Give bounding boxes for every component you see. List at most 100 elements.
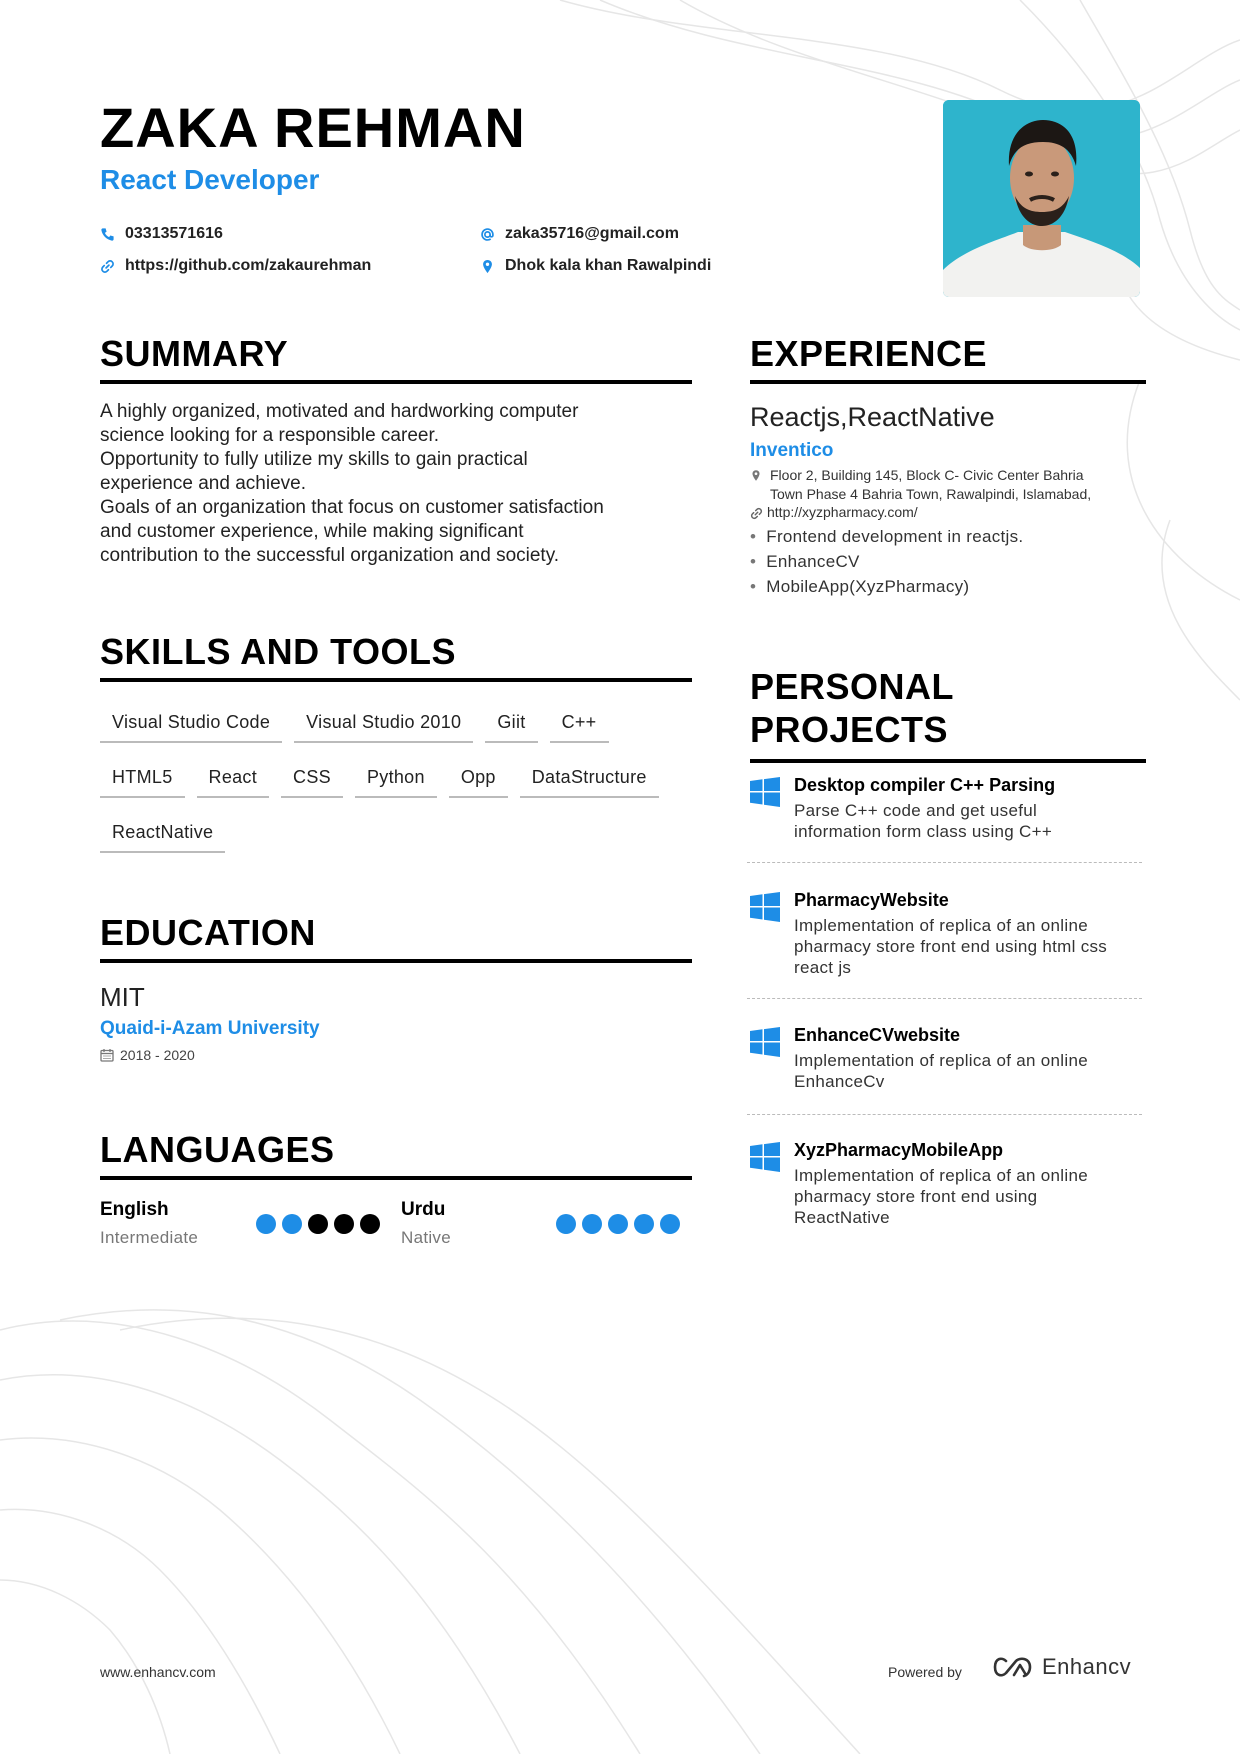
summary-line: Opportunity to fully utilize my skills t… (100, 449, 528, 470)
education-school: Quaid-i-Azam University (100, 1018, 320, 1039)
summary-line: A highly organized, motivated and hardwo… (100, 401, 579, 422)
experience-url-text: http://xyzpharmacy.com/ (767, 504, 918, 520)
skill-tag: C++ (549, 706, 609, 743)
language-name: Urdu (401, 1199, 446, 1220)
summary-text: A highly organized, motivated and hardwo… (100, 400, 680, 568)
footer-powered-by: Powered by (888, 1664, 962, 1680)
language-level: Intermediate (100, 1228, 199, 1247)
experience-bullets: Frontend development in reactjs. Enhance… (750, 524, 1023, 599)
projects-heading-line2: PROJECTS (750, 709, 949, 750)
skill-tag: Visual Studio 2010 (294, 706, 474, 743)
project-title: EnhanceCVwebsite (794, 1025, 961, 1045)
project-title: Desktop compiler C++ Parsing (794, 775, 1056, 795)
at-icon (481, 227, 494, 241)
project-desc-line: ReactNative (794, 1208, 890, 1227)
language-level: Native (401, 1228, 451, 1247)
project-description: Implementation of replica of an online E… (794, 1050, 1088, 1092)
link-icon (750, 507, 763, 520)
address-line: Floor 2, Building 145, Block C- Civic Ce… (770, 467, 1084, 483)
rating-dot-empty (334, 1214, 354, 1234)
education-dates: 2018 - 2020 (100, 1047, 195, 1063)
language-rating (256, 1214, 380, 1234)
project-desc-line: pharmacy store front end using html css (794, 937, 1108, 956)
project-item: EnhanceCVwebsite Implementation of repli… (750, 1021, 1142, 1092)
enhancv-logo[interactable]: Enhancv (992, 1654, 1131, 1680)
project-divider (747, 862, 1142, 863)
experience-bullet: MobileApp(XyzPharmacy) (750, 574, 1023, 599)
rating-dot-empty (360, 1214, 380, 1234)
project-description: Implementation of replica of an online p… (794, 915, 1107, 978)
skill-tag: CSS (281, 761, 343, 798)
experience-address: Floor 2, Building 145, Block C- Civic Ce… (750, 466, 1091, 504)
contact-location: Dhok kala khan Rawalpindi (480, 255, 711, 277)
experience-bullet: EnhanceCV (750, 549, 1023, 574)
education-degree: MIT (100, 982, 145, 1012)
experience-url[interactable]: http://xyzpharmacy.com/ (750, 504, 918, 520)
project-item: Desktop compiler C++ Parsing Parse C++ c… (750, 771, 1142, 842)
skills-heading: SKILLS AND TOOLS (100, 634, 692, 682)
skill-tag: DataStructure (519, 761, 659, 798)
project-desc-line: Parse C++ code and get useful (794, 801, 1038, 820)
summary-line: science looking for a responsible career… (100, 425, 440, 446)
enhancv-brand-text: Enhancv (1042, 1654, 1132, 1679)
experience-company: Inventico (750, 440, 834, 461)
windows-icon (750, 1027, 780, 1057)
windows-icon (750, 777, 780, 807)
skill-tag: React (196, 761, 270, 798)
enhancv-logo-icon (993, 1657, 1032, 1678)
location-icon (752, 470, 760, 481)
summary-line: contribution to the successful organizat… (100, 545, 560, 566)
footer-url[interactable]: www.enhancv.com (100, 1664, 216, 1680)
project-item: XyzPharmacyMobileApp Implementation of r… (750, 1136, 1142, 1228)
rating-dot-filled (256, 1214, 276, 1234)
rating-dot-filled (634, 1214, 654, 1234)
education-heading: EDUCATION (100, 915, 692, 963)
project-desc-line: Implementation of replica of an online (794, 916, 1088, 935)
languages-heading: LANGUAGES (100, 1132, 692, 1180)
skills-list: Visual Studio Code Visual Studio 2010 Gi… (100, 706, 700, 853)
phone-icon (101, 227, 114, 241)
language-rating (556, 1214, 680, 1234)
language-urdu: Urdu Native (401, 1200, 451, 1246)
rating-dot-filled (556, 1214, 576, 1234)
projects-heading: PERSONAL PROJECTS (750, 665, 1146, 763)
skill-tag: Giit (485, 706, 538, 743)
summary-line: and customer experience, while making si… (100, 521, 524, 542)
project-description: Parse C++ code and get useful informatio… (794, 800, 1055, 842)
project-title: PharmacyWebsite (794, 890, 949, 910)
windows-icon (750, 1142, 780, 1172)
language-english: English Intermediate (100, 1200, 198, 1246)
github-text: https://github.com/zakaurehman (125, 257, 372, 274)
rating-dot-filled (282, 1214, 302, 1234)
email-text: zaka35716@gmail.com (505, 225, 679, 242)
experience-heading: EXPERIENCE (750, 336, 1146, 384)
project-desc-line: EnhanceCv (794, 1072, 885, 1091)
skill-tag: ReactNative (100, 816, 226, 853)
project-title: XyzPharmacyMobileApp (794, 1140, 1004, 1160)
address-line: Town Phase 4 Bahria Town, Rawalpindi, Is… (770, 486, 1092, 502)
projects-heading-line1: PERSONAL (750, 666, 955, 707)
contact-github[interactable]: https://github.com/zakaurehman (100, 255, 371, 277)
rating-dot-empty (308, 1214, 328, 1234)
project-desc-line: information form class using C++ (794, 822, 1053, 841)
skill-tag: Opp (448, 761, 508, 798)
project-divider (747, 998, 1142, 999)
location-icon (483, 259, 492, 273)
project-desc-line: Implementation of replica of an online (794, 1051, 1088, 1070)
education-dates-text: 2018 - 2020 (120, 1047, 195, 1063)
phone-text: 03313571616 (125, 225, 223, 242)
contact-email[interactable]: zaka35716@gmail.com (480, 223, 679, 245)
contact-phone: 03313571616 (100, 223, 223, 245)
project-desc-line: Implementation of replica of an online (794, 1166, 1088, 1185)
windows-icon (750, 892, 780, 922)
candidate-role: React Developer (100, 164, 320, 195)
location-text: Dhok kala khan Rawalpindi (505, 257, 712, 274)
project-description: Implementation of replica of an online p… (794, 1165, 1088, 1228)
skill-tag: HTML5 (100, 761, 185, 798)
project-item: PharmacyWebsite Implementation of replic… (750, 886, 1142, 978)
profile-photo (943, 100, 1140, 297)
language-name: English (100, 1199, 169, 1220)
rating-dot-filled (660, 1214, 680, 1234)
calendar-icon (100, 1049, 114, 1062)
experience-bullet: Frontend development in reactjs. (750, 524, 1023, 549)
